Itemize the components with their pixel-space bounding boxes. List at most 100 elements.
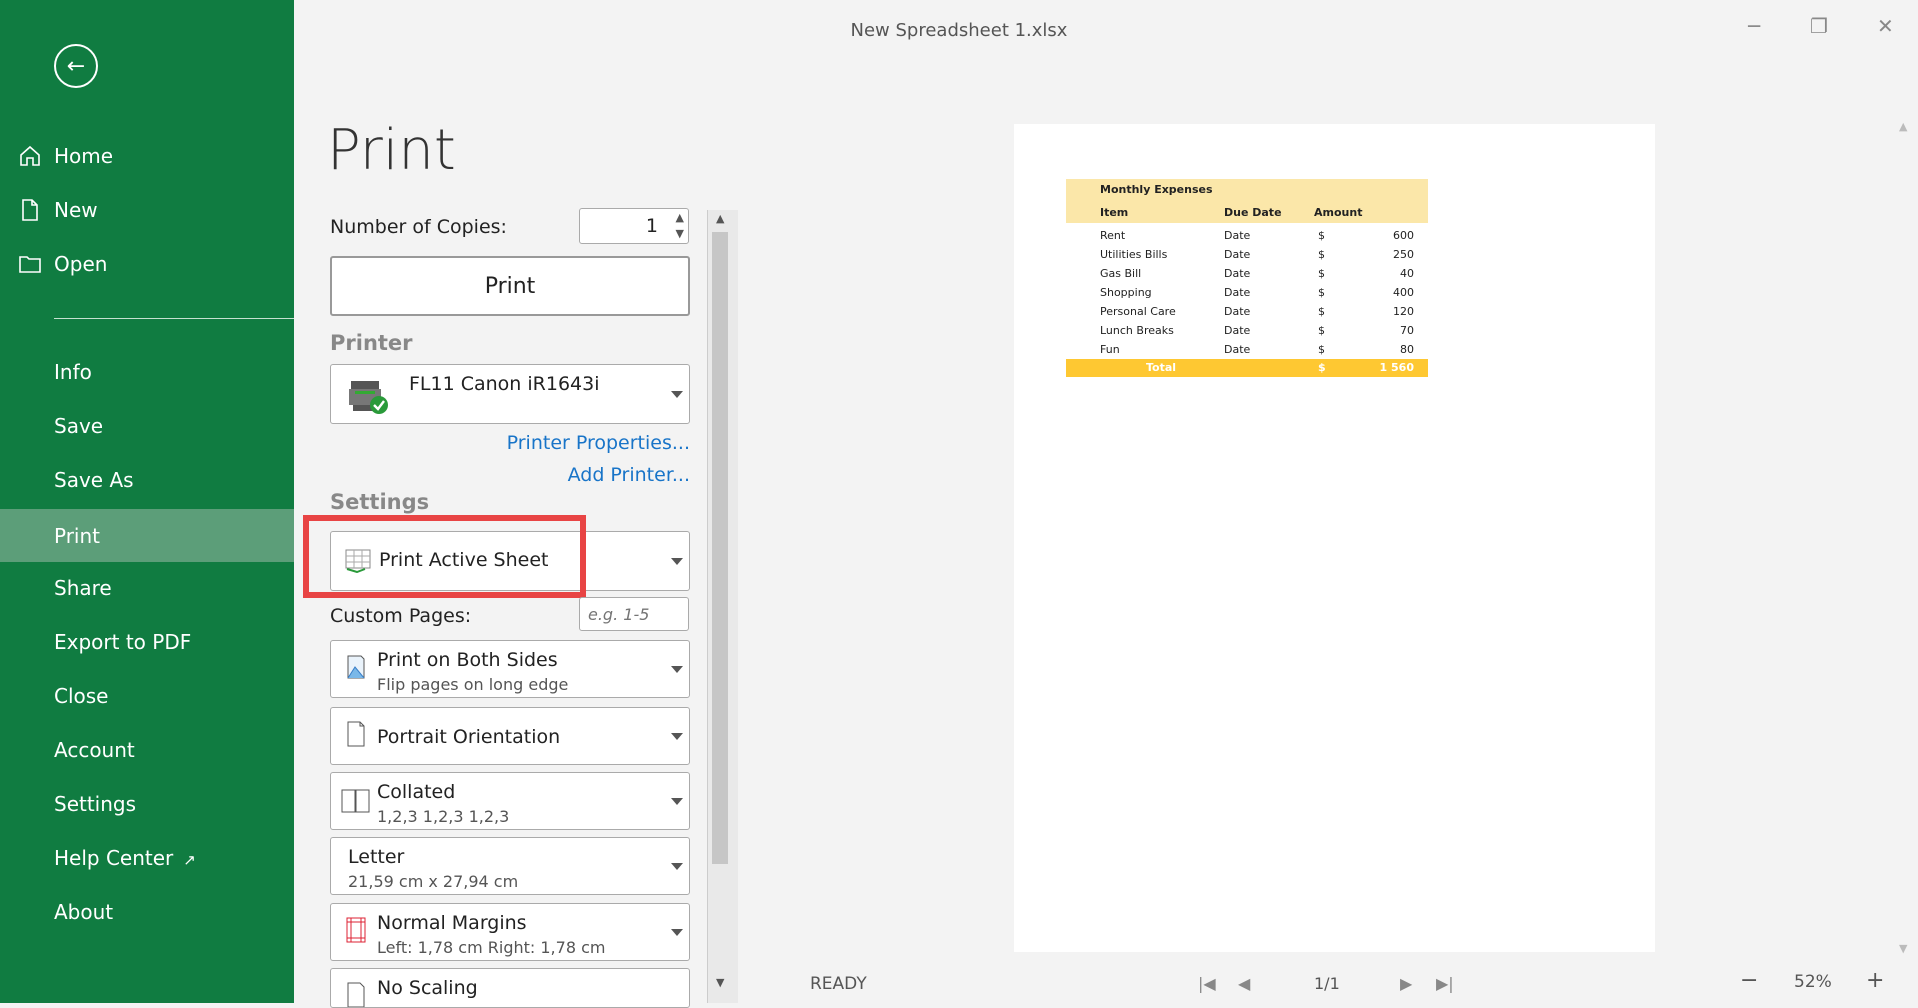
scaling-title: No Scaling <box>377 977 478 999</box>
portrait-page-icon <box>347 721 365 747</box>
file-icon <box>22 199 38 221</box>
sidebar-item-label: Export to PDF <box>54 630 192 654</box>
table-row: Shopping Date $ 400 <box>1066 283 1428 302</box>
header-cell: Item <box>1100 206 1129 219</box>
sidebar-item-account[interactable]: Account <box>0 725 294 775</box>
zoom-out-button[interactable]: − <box>1740 968 1758 993</box>
chevron-down-icon <box>671 391 683 398</box>
sidebar-item-open[interactable]: Open <box>0 239 294 289</box>
cell-due: Date <box>1224 324 1251 337</box>
sidebar-item-home[interactable]: Home <box>0 131 294 181</box>
scaling-page-icon <box>347 982 365 1007</box>
sidebar-item-label: Share <box>54 576 112 600</box>
table-row: Rent Date $ 600 <box>1066 226 1428 245</box>
copies-stepper[interactable]: 1 ▲ ▼ <box>579 208 689 244</box>
first-page-icon[interactable]: |◀ <box>1198 974 1216 993</box>
collate-select[interactable]: Collated 1,2,3 1,2,3 1,2,3 <box>330 772 690 830</box>
printer-name: FL11 Canon iR1643i <box>409 373 600 395</box>
status-text: READY <box>810 974 867 994</box>
settings-section-heading: Settings <box>330 490 430 514</box>
sidebar-item-settings[interactable]: Settings <box>0 779 294 829</box>
margins-select[interactable]: Normal Margins Left: 1,78 cm Right: 1,78… <box>330 903 690 961</box>
collate-title: Collated <box>377 781 456 803</box>
preview-scrollbar[interactable]: ▲ ▼ <box>1893 120 1918 960</box>
add-printer-link[interactable]: Add Printer... <box>420 464 690 486</box>
home-icon <box>20 145 40 166</box>
scroll-down-icon[interactable]: ▼ <box>1899 942 1907 955</box>
zoom-in-button[interactable]: + <box>1866 968 1884 993</box>
chevron-down-icon <box>671 929 683 936</box>
preview-sheet: Monthly Expenses Item Due Date Amount Re… <box>1066 179 1428 377</box>
sidebar-item-label: Print <box>54 523 101 548</box>
sheet-title: Monthly Expenses <box>1066 179 1428 201</box>
sidebar-item-save[interactable]: Save <box>0 401 294 451</box>
scroll-up-icon[interactable]: ▲ <box>1899 120 1907 133</box>
cell-currency: $ <box>1318 343 1325 356</box>
cell-item: Fun <box>1100 343 1120 356</box>
scaling-select[interactable]: No Scaling <box>330 968 690 1008</box>
sidebar-item-info[interactable]: Info <box>0 347 294 397</box>
cell-amount: 70 <box>1400 324 1414 337</box>
chevron-down-icon[interactable]: ▼ <box>676 227 684 240</box>
restore-icon[interactable]: ❐ <box>1810 14 1828 38</box>
scroll-down-icon[interactable]: ▼ <box>716 976 724 989</box>
scrollbar-thumb[interactable] <box>712 232 728 864</box>
chevron-up-icon[interactable]: ▲ <box>676 211 684 224</box>
orientation-select[interactable]: Portrait Orientation <box>330 707 690 765</box>
back-button[interactable]: ← <box>54 44 98 88</box>
header-cell: Due Date <box>1224 206 1282 219</box>
printer-select[interactable]: FL11 Canon iR1643i <box>330 364 690 424</box>
cell-currency: $ <box>1318 305 1325 318</box>
paper-size-select[interactable]: Letter 21,59 cm x 27,94 cm <box>330 837 690 895</box>
cell-amount: 600 <box>1393 229 1414 242</box>
sidebar-item-label: Save <box>54 414 104 438</box>
sides-title: Print on Both Sides <box>377 649 558 671</box>
zoom-level: 52% <box>1794 972 1832 992</box>
cell-item: Gas Bill <box>1100 267 1142 280</box>
copies-value: 1 <box>645 215 658 237</box>
sidebar-divider <box>54 318 294 319</box>
table-row: Lunch Breaks Date $ 70 <box>1066 321 1428 340</box>
sidebar-item-help-center[interactable]: Help Center ↗ <box>0 833 294 883</box>
arrow-left-icon: ← <box>66 53 86 79</box>
cell-currency: $ <box>1318 267 1325 280</box>
sidebar-item-close[interactable]: Close <box>0 671 294 721</box>
sidebar-item-label: About <box>54 900 114 924</box>
sidebar-item-about[interactable]: About <box>0 887 294 937</box>
sidebar-item-label: Close <box>54 684 109 708</box>
cell-currency: $ <box>1318 229 1325 242</box>
sidebar-item-label: Settings <box>54 792 137 816</box>
margins-icon <box>346 917 366 943</box>
paper-subtitle: 21,59 cm x 27,94 cm <box>348 872 519 891</box>
margins-subtitle: Left: 1,78 cm Right: 1,78 cm <box>377 938 606 957</box>
print-preview-page: Monthly Expenses Item Due Date Amount Re… <box>1014 124 1655 952</box>
next-page-icon[interactable]: ▶ <box>1400 974 1412 993</box>
sides-select[interactable]: Print on Both Sides Flip pages on long e… <box>330 640 690 698</box>
close-icon[interactable]: ✕ <box>1877 14 1894 38</box>
cell-item: Rent <box>1100 229 1126 242</box>
printer-properties-link[interactable]: Printer Properties... <box>420 432 690 454</box>
previous-page-icon[interactable]: ◀ <box>1238 974 1250 993</box>
print-button[interactable]: Print <box>330 256 690 316</box>
table-row: Utilities Bills Date $ 250 <box>1066 245 1428 264</box>
page-indicator: 1/1 <box>1314 974 1340 993</box>
cell-currency: $ <box>1318 248 1325 261</box>
sheet-header-row: Item Due Date Amount <box>1066 201 1428 223</box>
cell-currency: $ <box>1318 286 1325 299</box>
cell-currency: $ <box>1318 324 1325 337</box>
folder-icon <box>19 256 41 273</box>
minimize-icon[interactable]: ─ <box>1748 14 1760 38</box>
settings-scrollbar[interactable]: ▲ ▼ <box>707 210 738 1003</box>
sidebar-item-label: Info <box>54 360 92 384</box>
sidebar-item-label-wrap: Help Center ↗ <box>54 846 196 870</box>
sidebar-item-save-as[interactable]: Save As <box>0 455 294 505</box>
sidebar-item-print[interactable]: Print <box>0 509 294 562</box>
sidebar-item-new[interactable]: New <box>0 185 294 235</box>
highlight-annotation <box>303 515 586 598</box>
sidebar-item-export-pdf[interactable]: Export to PDF <box>0 617 294 667</box>
last-page-icon[interactable]: ▶| <box>1436 974 1454 993</box>
sidebar-item-share[interactable]: Share <box>0 563 294 613</box>
custom-pages-input[interactable] <box>579 597 689 631</box>
scroll-up-icon[interactable]: ▲ <box>716 212 724 225</box>
sidebar-item-label: Save As <box>54 468 134 492</box>
